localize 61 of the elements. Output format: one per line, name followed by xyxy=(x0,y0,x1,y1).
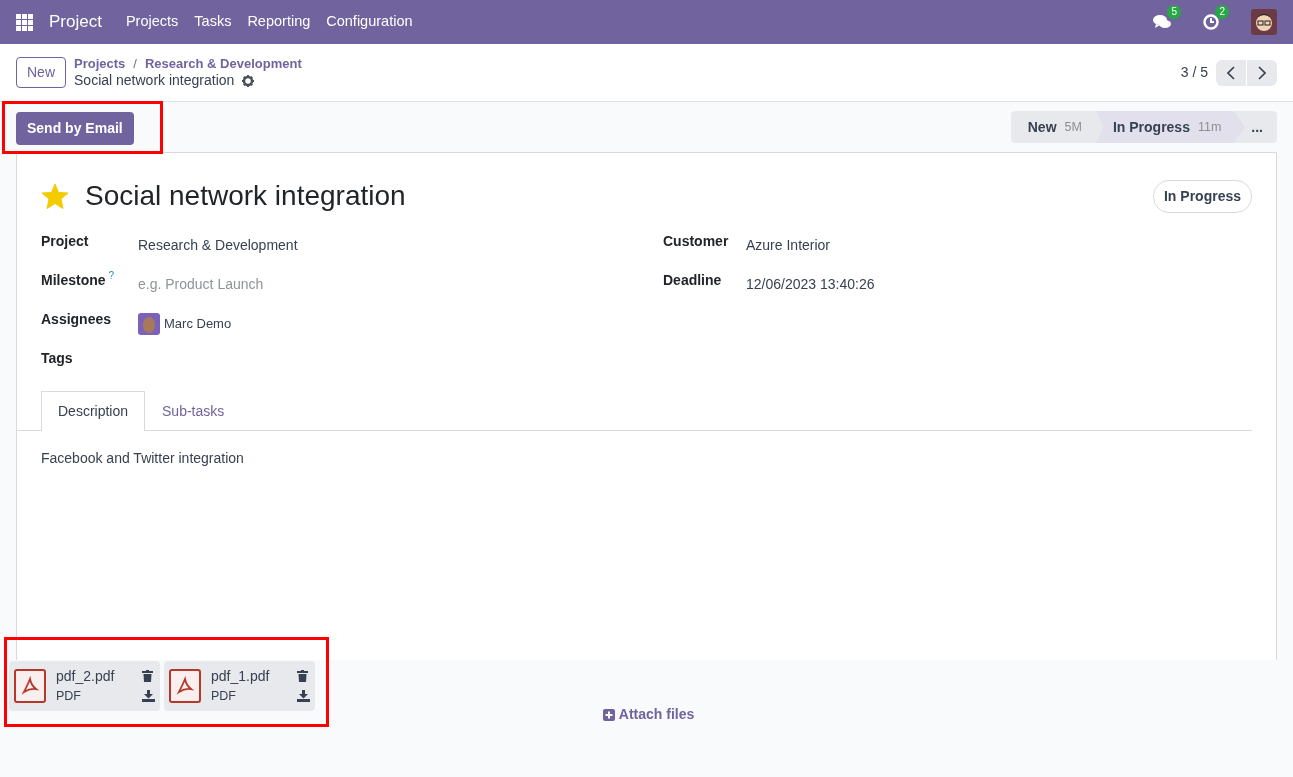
attachment-type: PDF xyxy=(211,688,237,706)
chat-icon[interactable] xyxy=(1153,14,1171,30)
menu-item[interactable]: Configuration xyxy=(326,11,413,33)
attach-files-link[interactable]: Attach files xyxy=(602,704,695,725)
breadcrumb-link[interactable]: Research & Development xyxy=(144,55,302,72)
attachment-card[interactable]: pdf_1.pdf PDF xyxy=(164,661,315,711)
attachment-name: pdf_1.pdf xyxy=(211,667,271,687)
previous-button[interactable] xyxy=(1216,59,1246,86)
message-count: 5 xyxy=(1167,5,1181,19)
help-marker[interactable]: ? xyxy=(108,270,115,282)
gear-icon[interactable] xyxy=(242,74,255,87)
pdf-icon xyxy=(169,669,201,703)
field-label: Deadline xyxy=(663,271,722,290)
description-text: Facebook and Twitter integration xyxy=(40,449,245,468)
stage-duration: 11m xyxy=(1197,118,1222,136)
field-value[interactable]: Marc Demo xyxy=(164,314,232,334)
stage-duration: 5M xyxy=(1064,118,1082,136)
chevron-right-icon xyxy=(1258,65,1266,80)
plus-icon xyxy=(602,708,615,721)
download-icon[interactable] xyxy=(297,690,310,702)
tab[interactable]: Sub-tasks xyxy=(145,391,242,431)
app-name[interactable]: Project xyxy=(49,9,102,35)
pager-value: 3 / 5 xyxy=(1180,63,1208,82)
send-email-button[interactable]: Send by Email xyxy=(16,111,134,145)
download-icon[interactable] xyxy=(142,690,155,702)
task-title: Social network integration xyxy=(85,179,406,213)
attachment-name: pdf_2.pdf xyxy=(56,667,116,687)
new-button[interactable]: New xyxy=(16,57,66,88)
breadcrumb-link[interactable]: Projects xyxy=(74,55,126,72)
user-avatar[interactable] xyxy=(1251,9,1277,35)
breadcrumb-separator: / xyxy=(133,55,137,72)
menu-item[interactable]: Projects xyxy=(125,11,179,33)
next-button[interactable] xyxy=(1247,59,1277,86)
menu-item[interactable]: Tasks xyxy=(194,11,232,33)
field-label: Tags xyxy=(41,349,73,368)
star-icon[interactable] xyxy=(41,183,69,209)
pdf-icon xyxy=(14,669,46,703)
menu-item[interactable]: Reporting xyxy=(247,11,311,33)
tab[interactable]: Description xyxy=(41,391,146,431)
person-avatar xyxy=(138,313,160,335)
field-value[interactable]: Azure Interior xyxy=(746,231,831,256)
milestone-field[interactable]: e.g. Product Launch xyxy=(138,270,264,295)
app-grid-icon[interactable] xyxy=(16,13,33,31)
field-label: Project xyxy=(41,232,89,251)
trash-icon[interactable] xyxy=(142,670,153,682)
stage-button[interactable]: In Progress 11m xyxy=(1095,111,1246,143)
attachment-type: PDF xyxy=(56,688,82,706)
chevron-left-icon xyxy=(1227,65,1235,80)
attachment-card[interactable]: pdf_2.pdf PDF xyxy=(9,661,160,711)
field-label: Assignees xyxy=(41,310,112,329)
status-pill[interactable]: In Progress xyxy=(1152,179,1252,213)
field-value[interactable]: Research & Development xyxy=(138,231,298,256)
clock-icon[interactable] xyxy=(1203,14,1219,30)
breadcrumb-current: Social network integration xyxy=(74,71,235,90)
field-label: Customer xyxy=(663,232,729,251)
activity-count: 2 xyxy=(1215,5,1229,19)
field-value[interactable]: 12/06/2023 13:40:26 xyxy=(746,270,875,295)
field-label: Milestone xyxy=(41,271,106,290)
trash-icon[interactable] xyxy=(297,670,308,682)
stage-button[interactable]: New 5M xyxy=(1010,111,1096,143)
more-stages-button[interactable]: ... xyxy=(1245,111,1277,143)
